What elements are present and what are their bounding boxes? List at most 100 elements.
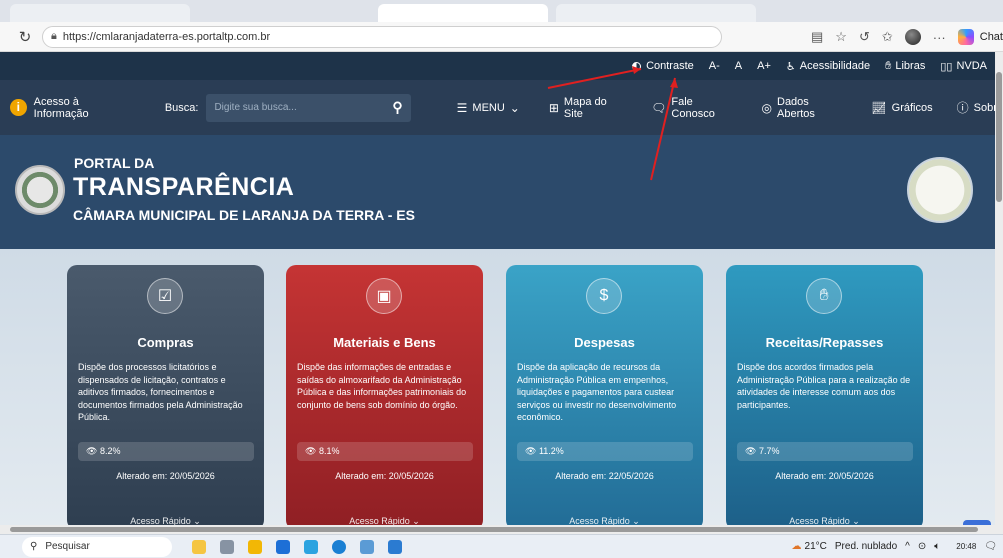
browser-tab-strip: [0, 0, 1003, 22]
accessibility-label: Acessibilidade: [799, 60, 871, 72]
graficos-link[interactable]: 📈︎ Gráficos: [871, 101, 932, 115]
notification-icon[interactable]: 🗨︎: [984, 541, 997, 552]
card-description: Dispõe das informações de entradas e saí…: [297, 362, 467, 410]
card-compras[interactable]: ☑ Compras Dispõe dos processos licitatór…: [67, 265, 264, 530]
dados-label: Dados Abertos: [777, 95, 815, 120]
font-increase-button[interactable]: A+: [757, 60, 771, 72]
app-icon[interactable]: [360, 539, 374, 554]
lock-icon: 🔒︎: [51, 30, 57, 42]
nvda-button[interactable]: ▯▯ NVDA: [940, 60, 987, 73]
busca-label: Busca:: [164, 101, 199, 114]
weather-icon: ☁︎: [791, 541, 802, 552]
favorite-icon[interactable]: ☆: [835, 29, 847, 45]
search-icon[interactable]: ⚲: [392, 99, 402, 116]
card-date: Alterado em: 20/05/2026: [116, 471, 215, 481]
reload-icon[interactable]: ↻: [14, 28, 36, 46]
fale-conosco-link[interactable]: 🗨︎ Fale Conosco: [651, 96, 737, 120]
graficos-label: Gráficos: [891, 101, 933, 114]
hamburger-icon: ☰: [456, 100, 468, 115]
app-icon[interactable]: [388, 539, 402, 554]
fale-label: Fale Conosco: [671, 95, 715, 120]
vertical-scrollbar[interactable]: [995, 52, 1003, 525]
volume-icon[interactable]: 🔈︎: [934, 541, 940, 552]
search-input[interactable]: Digite sua busca... ⚲: [206, 93, 411, 122]
taskbar-search-label: Pesquisar: [45, 541, 90, 552]
dados-abertos-link[interactable]: ◎ Dados Abertos: [762, 96, 848, 120]
card-title: Materiais e Bens: [333, 335, 436, 350]
portal-title: TRANSPARÊNCIA: [73, 173, 295, 201]
card-stat-value: 7.7%: [758, 446, 780, 456]
profile-avatar[interactable]: [904, 29, 921, 45]
chrome-icon[interactable]: [332, 539, 346, 554]
hand-icon: ✋︎: [885, 59, 892, 72]
acesso-informacao-link[interactable]: i Acesso à Informação: [10, 96, 135, 120]
widget-icon[interactable]: [192, 539, 206, 554]
money-hand-icon: $: [586, 278, 622, 314]
menu-button[interactable]: ☰ MENU ⌄: [457, 101, 525, 115]
book-icon: ▯▯: [940, 60, 953, 73]
browser-tab[interactable]: [10, 4, 190, 22]
eye-icon: 👁︎: [86, 446, 100, 456]
clock-time: 20:48: [956, 542, 977, 551]
store-icon[interactable]: [276, 539, 290, 554]
eye-icon: 👁︎: [745, 446, 759, 456]
card-despesas[interactable]: $ Despesas Dispõe da aplicação de recurs…: [506, 265, 703, 530]
weather-desc[interactable]: Pred. nublado: [835, 541, 897, 552]
scroll-thumb[interactable]: [996, 72, 1002, 202]
network-icon[interactable]: ⊙: [918, 541, 926, 552]
eye-icon: 👁︎: [305, 446, 319, 456]
contrast-button[interactable]: Contraste: [632, 60, 694, 72]
task-view-icon[interactable]: [220, 539, 234, 554]
libras-button[interactable]: ✋︎ Libras: [885, 60, 925, 73]
taskbar-search[interactable]: ⚲ Pesquisar: [22, 536, 172, 557]
portal-title-line1: PORTAL DA: [74, 155, 155, 171]
font-decrease-button[interactable]: A-: [709, 60, 720, 72]
mapa-site-link[interactable]: ⊞ Mapa do Site: [549, 96, 627, 120]
card-title: Despesas: [574, 335, 635, 350]
favorites-icon[interactable]: ✩: [882, 29, 893, 45]
nvda-label: NVDA: [956, 60, 987, 72]
copilot-icon[interactable]: [957, 29, 974, 45]
acesso-label: Acesso à Informação: [33, 95, 89, 120]
transparency-seal[interactable]: [907, 157, 973, 223]
browser-tab[interactable]: [556, 4, 756, 22]
chat-label[interactable]: Chat: [980, 31, 1003, 43]
card-stat: 👁︎ 8.1%: [297, 442, 473, 461]
reader-icon[interactable]: ▤: [811, 29, 823, 45]
browser-address-bar: ↻ 🔒︎ https://cmlaranjadaterra-es.portalt…: [0, 22, 1003, 52]
accessibility-button[interactable]: ♿︎ Acessibilidade: [786, 60, 870, 73]
card-receitas-repasses[interactable]: ✋︎ Receitas/Repasses Dispõe dos acordos …: [726, 265, 923, 530]
handshake-icon: ✋︎: [806, 278, 842, 314]
more-icon[interactable]: ···: [933, 30, 946, 45]
accessibility-icon: ♿︎: [785, 60, 796, 73]
portal-header: PORTAL DA TRANSPARÊNCIA CÂMARA MUNICIPAL…: [0, 135, 1003, 249]
mapa-label: Mapa do Site: [563, 95, 607, 120]
refresh-icon[interactable]: ↺: [859, 29, 870, 45]
scroll-thumb[interactable]: [10, 527, 978, 532]
card-materiais-bens[interactable]: ▣ Materiais e Bens Dispõe das informaçõe…: [286, 265, 483, 530]
weather-temp[interactable]: 21°C: [805, 541, 827, 552]
clock[interactable]: 20:48: [948, 542, 976, 551]
os-taskbar: ⚲ Pesquisar ☁︎ 21°C Pred. nublado ^ ⊙ 🔈︎…: [0, 534, 1003, 558]
contrast-label: Contraste: [646, 60, 694, 72]
url-text: https://cmlaranjadaterra-es.portaltp.com…: [62, 30, 271, 43]
card-stat: 👁︎ 8.2%: [78, 442, 254, 461]
font-normal-button[interactable]: A: [735, 60, 742, 72]
horizontal-scrollbar[interactable]: [0, 525, 1003, 534]
menu-label: MENU: [472, 101, 505, 114]
url-field[interactable]: 🔒︎ https://cmlaranjadaterra-es.portaltp.…: [42, 25, 722, 48]
info-circle-icon: ⓘ: [956, 101, 969, 115]
browser-tab-active[interactable]: [378, 4, 548, 22]
card-stat-value: 8.1%: [318, 446, 340, 456]
box-icon: ▣: [366, 278, 402, 314]
system-tray: ☁︎ 21°C Pred. nublado ^ ⊙ 🔈︎ 20:48 🗨︎: [784, 541, 997, 552]
chevron-up-icon[interactable]: ^: [905, 541, 910, 552]
card-date: Alterado em: 22/05/2026: [555, 471, 654, 481]
edge-icon[interactable]: [304, 539, 318, 554]
camara-emblem-logo[interactable]: [15, 165, 65, 215]
search-placeholder: Digite sua busca...: [214, 102, 297, 113]
file-explorer-icon[interactable]: [248, 539, 262, 554]
card-date: Alterado em: 20/05/2026: [335, 471, 434, 481]
accessibility-bar: Contraste A- A A+ ♿︎ Acessibilidade ✋︎ L…: [0, 52, 1003, 80]
chart-icon: 📈︎: [871, 100, 887, 115]
